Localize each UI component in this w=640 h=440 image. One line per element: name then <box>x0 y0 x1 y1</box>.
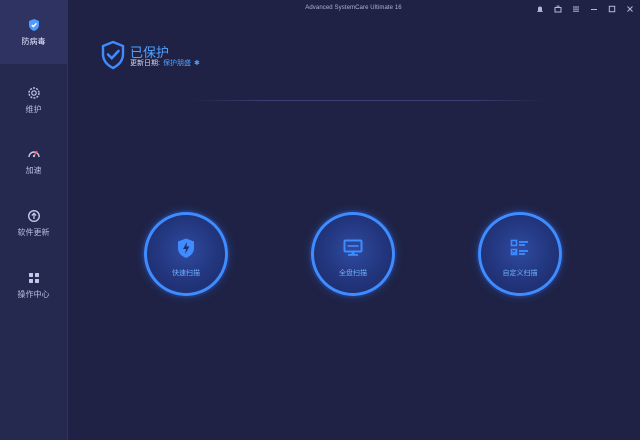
update-label: 更新日期: <box>130 60 160 67</box>
grid-icon <box>27 271 41 285</box>
window-controls <box>534 3 636 15</box>
update-link[interactable]: 保护朋盛 <box>163 58 191 68</box>
shield-icon <box>27 18 41 32</box>
sidebar-item-antivirus[interactable]: 防病毒 <box>0 0 67 64</box>
sidebar-item-speedup[interactable]: 加速 <box>0 131 67 191</box>
maximize-icon[interactable] <box>606 3 618 15</box>
lightning-shield-icon <box>175 237 197 259</box>
close-icon[interactable] <box>624 3 636 15</box>
update-arrow-icon <box>27 209 41 223</box>
sidebar-item-software-update[interactable]: 软件更新 <box>0 193 67 253</box>
custom-scan-button[interactable]: 自定义扫描 <box>478 212 562 296</box>
menu-icon[interactable] <box>570 3 582 15</box>
sidebar-item-label: 软件更新 <box>17 227 50 237</box>
title-bar: Advanced SystemCare Ultimate 16 <box>67 0 640 18</box>
toolbox-icon[interactable] <box>552 3 564 15</box>
update-info: 更新日期: 保护朋盛 ✱ <box>130 58 200 68</box>
minimize-icon[interactable] <box>588 3 600 15</box>
scan-button-label: 快速扫描 <box>172 269 200 277</box>
scan-button-label: 自定义扫描 <box>502 269 538 277</box>
full-scan-button[interactable]: 全盘扫描 <box>311 212 395 296</box>
shield-check-icon <box>100 40 126 70</box>
scan-button-label: 全盘扫描 <box>339 269 367 277</box>
refresh-icon[interactable]: ✱ <box>194 59 200 67</box>
speedometer-icon <box>27 147 41 161</box>
divider <box>190 100 546 101</box>
sidebar-item-maintenance[interactable]: 维护 <box>0 70 67 130</box>
sidebar-item-action-center[interactable]: 操作中心 <box>0 255 67 315</box>
sidebar-item-label: 加速 <box>25 165 42 175</box>
sidebar: 防病毒 维护 加速 软件更新 操作中心 <box>0 0 68 440</box>
checklist-icon <box>509 237 531 259</box>
monitor-icon <box>342 237 364 259</box>
bell-icon[interactable] <box>534 3 546 15</box>
gear-icon <box>27 86 41 100</box>
quick-scan-button[interactable]: 快速扫描 <box>144 212 228 296</box>
sidebar-item-label: 操作中心 <box>17 289 50 299</box>
sidebar-item-label: 防病毒 <box>21 36 46 46</box>
sidebar-item-label: 维护 <box>25 104 42 114</box>
